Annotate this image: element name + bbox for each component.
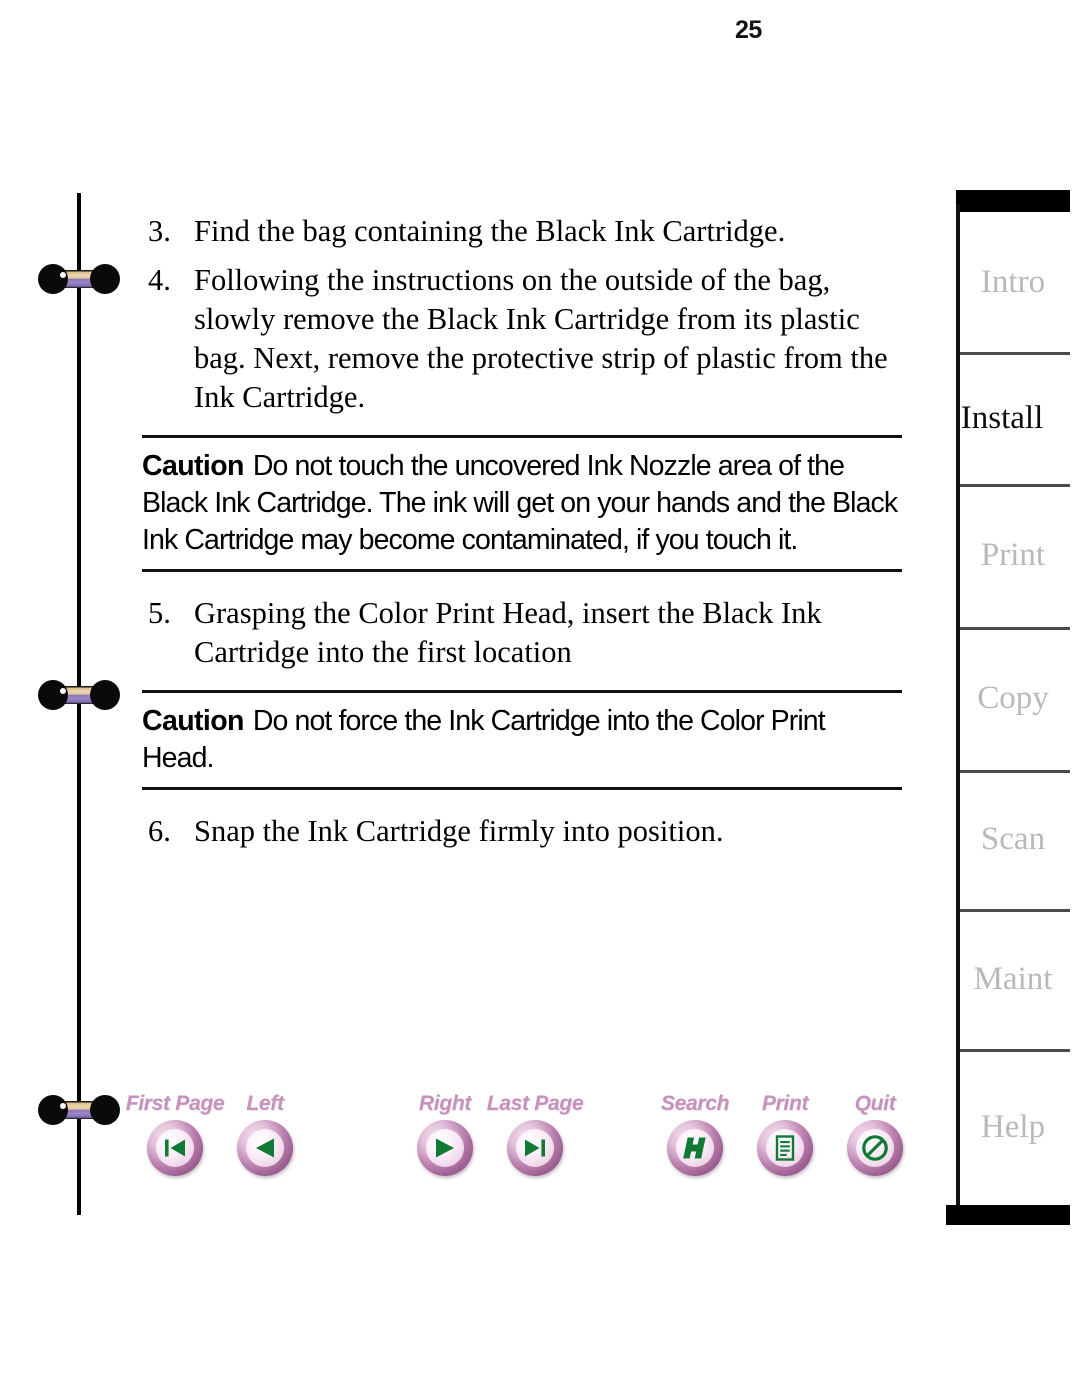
next-page-button[interactable]: Right [400, 1092, 490, 1176]
binder-ring-highlight [60, 1103, 66, 1109]
next-page-icon [436, 1138, 454, 1158]
previous-page-disc[interactable] [237, 1120, 293, 1176]
caution-label: Caution [142, 450, 244, 482]
first-page-label: First Page [125, 1092, 225, 1115]
caution-note: Caution Do not touch the uncovered Ink No… [142, 435, 902, 572]
page-navigation-group: First Page Left Right Last Page [126, 1092, 584, 1176]
search-disc[interactable] [667, 1120, 723, 1176]
tools-group: Search Print Quit [650, 1092, 920, 1176]
step-number: 4. [148, 263, 171, 297]
navigation-toolbar: First Page Left Right Last Page Search P… [126, 1092, 920, 1197]
step-text: Find the bag containing the Black Ink Ca… [194, 214, 786, 248]
step-number: 6. [148, 814, 171, 848]
tab-strip-bottom-cap [946, 1205, 1070, 1225]
caution-text: Do not force the Ink Cartridge into the … [142, 705, 826, 774]
binder-ring [38, 1095, 120, 1125]
first-page-icon [165, 1139, 185, 1157]
tab-copy[interactable]: Copy [956, 627, 1070, 770]
search-label: Search [660, 1092, 730, 1115]
step-text: Grasping the Color Print Head, insert th… [194, 596, 822, 669]
tab-intro[interactable]: Intro [956, 212, 1070, 352]
list-item: 4. Following the instructions on the out… [142, 261, 902, 417]
print-icon [775, 1135, 795, 1161]
tab-label: Scan [980, 821, 1046, 857]
print-button[interactable]: Print [740, 1092, 830, 1176]
last-page-button[interactable]: Last Page [487, 1092, 584, 1176]
caution-label: Caution [142, 705, 244, 737]
tab-label: Maint [973, 960, 1053, 997]
next-page-label: Right [418, 1092, 472, 1115]
binder-ring-end-right [90, 1095, 120, 1125]
next-page-disc[interactable] [417, 1120, 473, 1176]
binder-ring-end-left [38, 1095, 68, 1125]
binder-ring-highlight [60, 272, 66, 278]
binder-ring [38, 264, 120, 294]
tab-label: Install [960, 399, 1044, 436]
previous-page-label: Left [246, 1092, 284, 1115]
print-label: Print [761, 1092, 809, 1115]
previous-page-icon [256, 1138, 274, 1158]
step-text: Snap the Ink Cartridge firmly into posit… [194, 814, 724, 848]
step-text: Following the instructions on the outsid… [194, 263, 888, 414]
print-disc[interactable] [757, 1120, 813, 1176]
step-number: 3. [148, 214, 171, 248]
quit-button[interactable]: Quit [830, 1092, 920, 1176]
tab-label: Copy [977, 680, 1049, 716]
first-page-button[interactable]: First Page [126, 1092, 225, 1176]
tab-label: Print [980, 537, 1046, 573]
search-button[interactable]: Search [650, 1092, 740, 1176]
tab-label: Intro [980, 263, 1046, 300]
tab-print[interactable]: Print [956, 484, 1070, 627]
step-number: 5. [148, 596, 171, 630]
tab-scan[interactable]: Scan [956, 770, 1070, 909]
page-content: 3. Find the bag containing the Black Ink… [142, 190, 902, 851]
page-number: 25 [735, 16, 762, 44]
list-item: 6. Snap the Ink Cartridge firmly into po… [142, 812, 902, 851]
tab-help[interactable]: Help [956, 1049, 1070, 1205]
tab-install[interactable]: Install [934, 352, 1070, 484]
search-icon [683, 1137, 706, 1159]
binder-ring-end-left [38, 264, 68, 294]
binder-ring [38, 680, 120, 710]
section-tab-strip: Intro Install Print Copy Scan Maint Help [930, 190, 1080, 1225]
caution-text: Do not touch the uncovered Ink Nozzle ar… [142, 450, 898, 556]
list-item: 5. Grasping the Color Print Head, insert… [142, 594, 902, 672]
quit-label: Quit [854, 1092, 896, 1115]
last-page-disc[interactable] [507, 1120, 563, 1176]
tab-strip-top-cap [956, 190, 1070, 212]
quit-icon [862, 1135, 888, 1161]
tab-maint[interactable]: Maint [956, 909, 1070, 1049]
binder-ring-end-right [90, 680, 120, 710]
first-page-disc[interactable] [147, 1120, 203, 1176]
list-item: 3. Find the bag containing the Black Ink… [142, 212, 902, 251]
binder-ring-end-left [38, 680, 68, 710]
last-page-icon [525, 1139, 545, 1157]
tab-label: Help [980, 1108, 1046, 1145]
previous-page-button[interactable]: Left [220, 1092, 310, 1176]
quit-disc[interactable] [847, 1120, 903, 1176]
binder-ring-end-right [90, 264, 120, 294]
last-page-label: Last Page [486, 1092, 584, 1115]
binder-ring-highlight [60, 688, 66, 694]
caution-note: Caution Do not force the Ink Cartridge in… [142, 690, 902, 790]
